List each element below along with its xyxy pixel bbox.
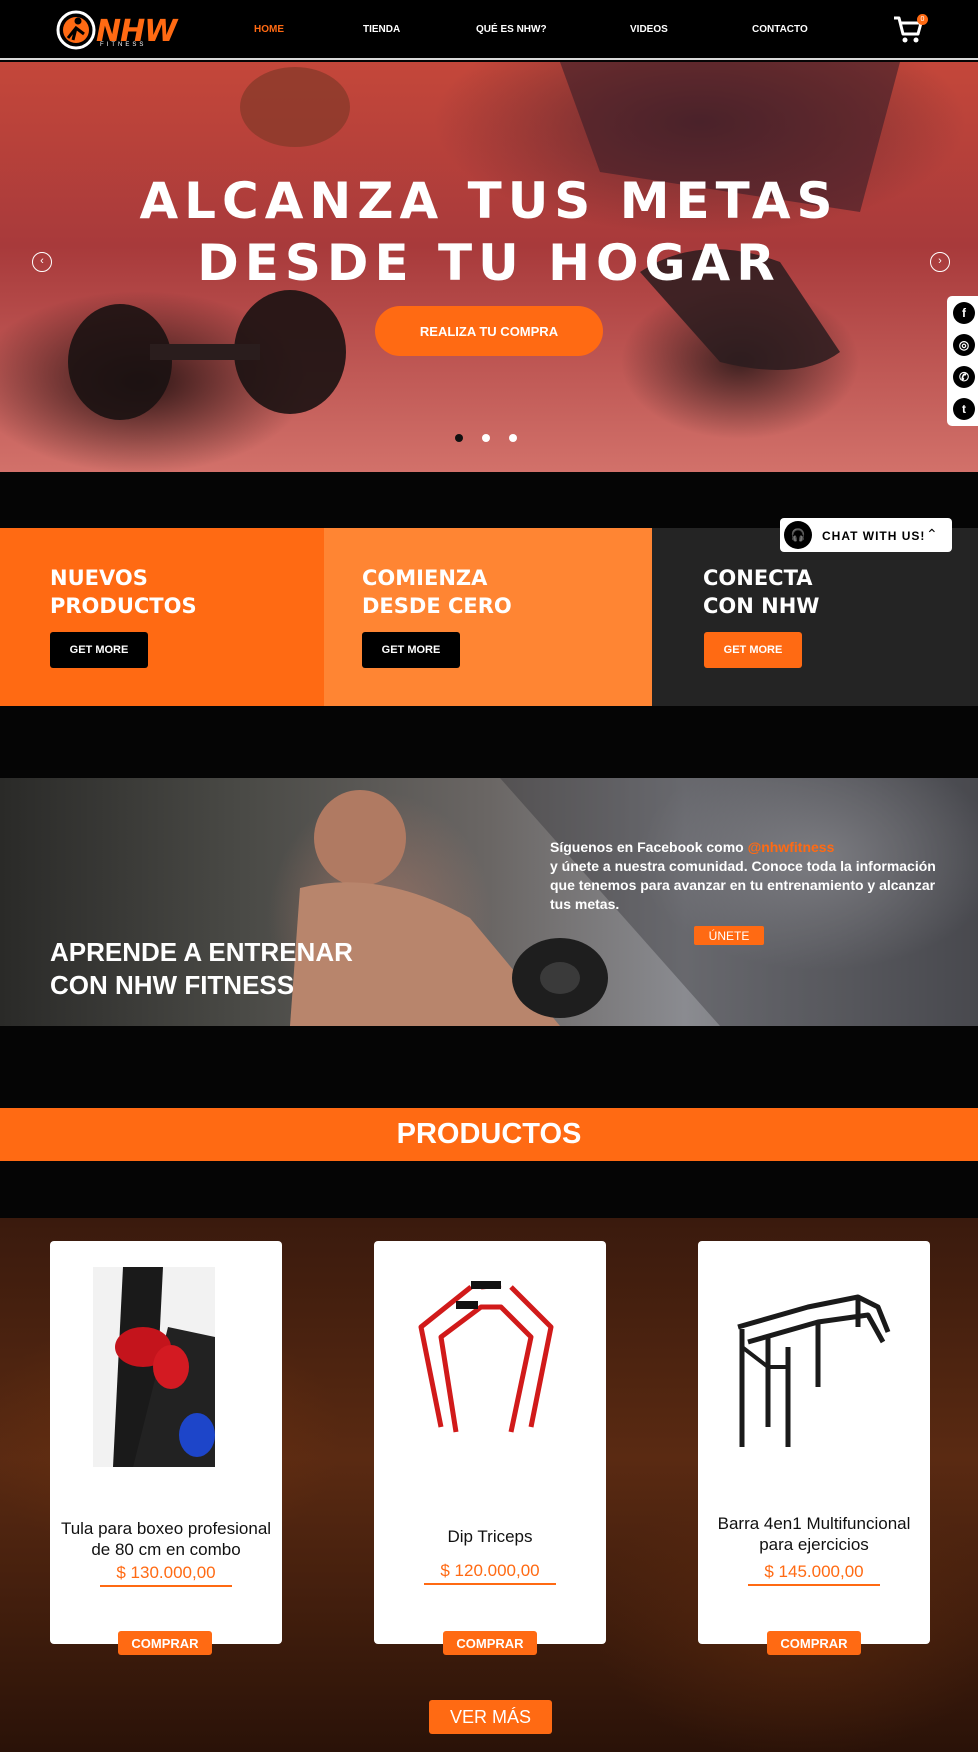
products-heading: PRODUCTOS	[0, 1108, 978, 1161]
product-name: Barra 4en1 Multifuncional para ejercicio…	[717, 1514, 911, 1554]
product-price: $ 120.000,00	[424, 1559, 556, 1585]
slider-dot-2[interactable]	[482, 434, 490, 442]
nav-home[interactable]: HOME	[254, 24, 284, 35]
slider-dot-1[interactable]	[455, 434, 463, 442]
top-nav: NHW FITNESS HOME TIENDA QUÉ ES NHW? VIDE…	[0, 0, 978, 60]
feature-title-line2: CON NHW	[703, 594, 820, 618]
training-title-line2: CON NHW FITNESS	[50, 970, 295, 1000]
training-description: Síguenos en Facebook como @nhwfitness y …	[550, 838, 950, 914]
buy-button[interactable]: COMPRAR	[767, 1631, 861, 1655]
training-banner: APRENDE A ENTRENAR CON NHW FITNESS Sígue…	[0, 778, 978, 1026]
get-more-button[interactable]: GET MORE	[362, 632, 460, 668]
buy-button[interactable]: COMPRAR	[443, 1631, 537, 1655]
twitter-icon[interactable]: t	[953, 398, 975, 420]
feature-comienza-desde-cero: COMIENZA DESDE CERO GET MORE	[324, 528, 652, 706]
join-button[interactable]: ÚNETE	[694, 926, 764, 945]
page: NHW FITNESS HOME TIENDA QUÉ ES NHW? VIDE…	[0, 0, 978, 1752]
product-name: Dip Triceps	[447, 1527, 533, 1546]
social-bar: f ◎ ✆ t	[947, 296, 978, 426]
brand-logo[interactable]: NHW FITNESS	[56, 8, 177, 52]
chat-widget[interactable]: 🎧 CHAT WITH US! ⌃	[780, 518, 952, 552]
logo-tagline: FITNESS	[100, 42, 147, 48]
see-more-button[interactable]: VER MÁS	[429, 1700, 552, 1734]
nav-contacto[interactable]: CONTACTO	[752, 24, 808, 35]
instagram-icon[interactable]: ◎	[953, 334, 975, 356]
chat-label: CHAT WITH US!	[822, 529, 926, 543]
product-name: Tula para boxeo profesional de 80 cm en …	[60, 1519, 272, 1559]
whatsapp-icon[interactable]: ✆	[953, 366, 975, 388]
feature-title-line2: DESDE CERO	[362, 594, 512, 618]
chevron-left-icon[interactable]: ‹	[32, 252, 52, 272]
nav-videos[interactable]: VIDEOS	[630, 24, 668, 35]
product-price: $ 130.000,00	[100, 1561, 232, 1587]
training-text-body: y únete a nuestra comunidad. Conoce toda…	[550, 858, 936, 912]
hero-slider: ALCANZA TUS METAS DESDE TU HOGAR REALIZA…	[0, 62, 978, 472]
headset-icon: 🎧	[784, 521, 812, 549]
chevron-up-icon[interactable]: ⌃	[926, 526, 938, 543]
chevron-right-icon[interactable]: ›	[930, 252, 950, 272]
slider-dot-3[interactable]	[509, 434, 517, 442]
product-card[interactable]: Dip Triceps $ 120.000,00	[374, 1241, 606, 1644]
hero-title: ALCANZA TUS METAS DESDE TU HOGAR	[0, 170, 978, 294]
nav-que-es-nhw[interactable]: QUÉ ES NHW?	[476, 24, 547, 35]
product-price: $ 145.000,00	[748, 1560, 880, 1586]
feature-title: COMIENZA DESDE CERO	[362, 564, 512, 620]
feature-nuevos-productos: NUEVOS PRODUCTOS GET MORE	[0, 528, 324, 706]
feature-title-line1: CONECTA	[703, 566, 813, 590]
product-image-multifunction-bar	[737, 1294, 891, 1447]
cart-button[interactable]: 0	[892, 14, 928, 46]
cart-count-badge: 0	[917, 14, 928, 25]
hero-title-line2: DESDE TU HOGAR	[197, 234, 781, 292]
product-card[interactable]: Tula para boxeo profesional de 80 cm en …	[50, 1241, 282, 1644]
feature-conecta-con-nhw: CONECTA CON NHW GET MORE	[652, 528, 978, 706]
facebook-icon[interactable]: f	[953, 302, 975, 324]
training-text-prefix: Síguenos en Facebook como	[550, 839, 748, 855]
feature-title-line1: NUEVOS	[50, 566, 148, 590]
get-more-button[interactable]: GET MORE	[50, 632, 148, 668]
training-title-line1: APRENDE A ENTRENAR	[50, 937, 353, 967]
logo-emblem-icon	[56, 10, 96, 50]
hero-title-line1: ALCANZA TUS METAS	[139, 172, 839, 230]
facebook-handle-link[interactable]: @nhwfitness	[748, 839, 835, 855]
training-title: APRENDE A ENTRENAR CON NHW FITNESS	[50, 936, 353, 1002]
product-image-boxing-bag	[93, 1267, 215, 1467]
nav-tienda[interactable]: TIENDA	[363, 24, 400, 35]
product-image-dip-triceps	[418, 1281, 554, 1433]
feature-title: NUEVOS PRODUCTOS	[50, 564, 197, 620]
feature-title-line2: PRODUCTOS	[50, 594, 197, 618]
feature-title-line1: COMIENZA	[362, 566, 488, 590]
get-more-button[interactable]: GET MORE	[704, 632, 802, 668]
buy-button[interactable]: COMPRAR	[118, 1631, 212, 1655]
product-card[interactable]: Barra 4en1 Multifuncional para ejercicio…	[698, 1241, 930, 1644]
feature-title: CONECTA CON NHW	[703, 564, 819, 620]
hero-cta-button[interactable]: REALIZA TU COMPRA	[375, 306, 603, 356]
